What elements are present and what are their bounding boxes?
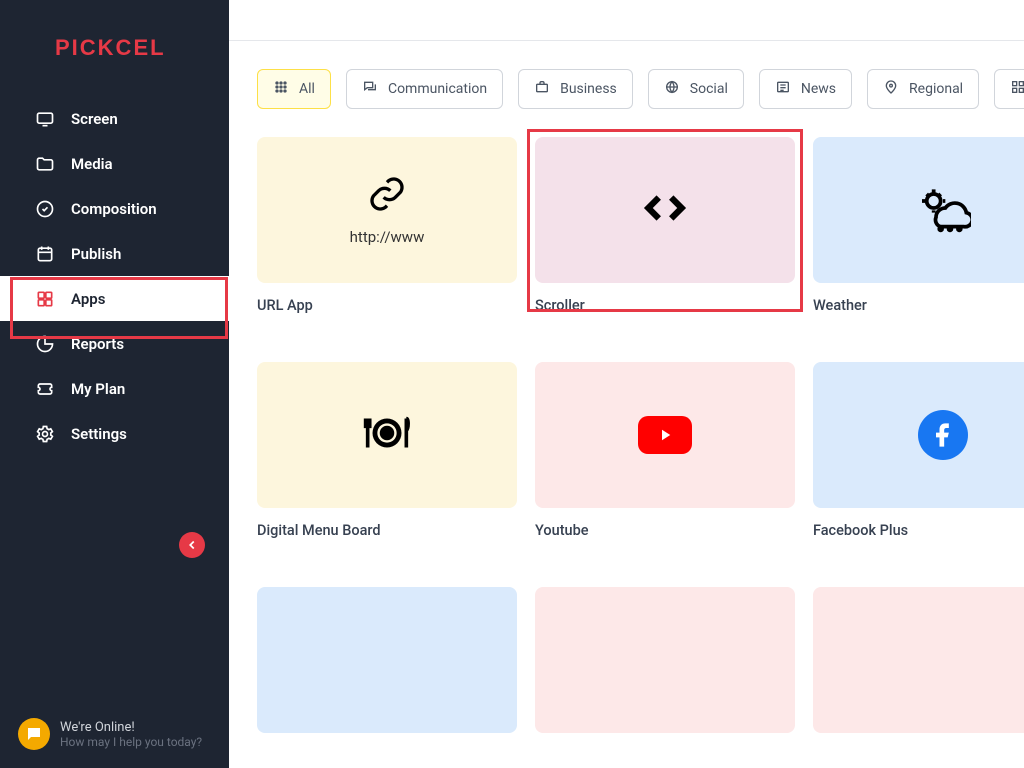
- screen-icon: [35, 109, 55, 129]
- chat-widget[interactable]: We're Online! How may I help you today?: [18, 718, 202, 750]
- sidebar-item-myplan[interactable]: My Plan: [0, 366, 229, 411]
- news-icon: [775, 79, 791, 99]
- folder-icon: [35, 154, 55, 174]
- sidebar-item-label: My Plan: [71, 380, 125, 398]
- ticket-icon: [35, 379, 55, 399]
- app-card-partial-1[interactable]: [257, 587, 517, 733]
- gear-icon: [35, 424, 55, 444]
- app-tile: [813, 587, 1024, 733]
- edit-icon: [35, 199, 55, 219]
- filter-social[interactable]: Social: [648, 69, 744, 109]
- apps-icon: [35, 289, 55, 309]
- sidebar-item-label: Media: [71, 155, 113, 173]
- chat-bubble-icon: [18, 718, 50, 750]
- app-card-menuboard[interactable]: Digital Menu Board: [257, 362, 517, 539]
- globe-icon: [664, 79, 680, 99]
- sidebar-item-label: Screen: [71, 110, 118, 128]
- sidebar-item-screen[interactable]: Screen: [0, 96, 229, 141]
- app-title: Scroller: [535, 297, 795, 314]
- filter-label: All: [299, 81, 315, 97]
- code-icon: [640, 183, 690, 237]
- app-card-scroller[interactable]: Scroller: [535, 137, 795, 314]
- briefcase-icon: [534, 79, 550, 99]
- url-subtitle: http://www: [350, 228, 425, 246]
- filter-label: Business: [560, 81, 617, 97]
- link-icon: [367, 174, 407, 218]
- filter-news[interactable]: News: [759, 69, 852, 109]
- sidebar-item-label: Settings: [71, 425, 127, 443]
- sidebar-item-publish[interactable]: Publish: [0, 231, 229, 276]
- chat-prompt-label: How may I help you today?: [60, 735, 202, 749]
- apps-grid: http://www URL App Scroller Weather: [257, 137, 1024, 733]
- sidebar-item-label: Reports: [71, 335, 124, 353]
- sidebar-item-apps[interactable]: Apps: [0, 276, 229, 321]
- app-tile: [257, 587, 517, 733]
- filter-label: Social: [690, 81, 728, 97]
- filter-label: News: [801, 81, 836, 97]
- logo-area: PICKCEL: [0, 0, 229, 96]
- app-tile: [535, 362, 795, 508]
- app-title: URL App: [257, 297, 517, 314]
- filter-all[interactable]: All: [257, 69, 331, 109]
- filter-business[interactable]: Business: [518, 69, 633, 109]
- chart-icon: [35, 334, 55, 354]
- app-card-weather[interactable]: Weather: [813, 137, 1024, 314]
- nav-list: Screen Media Composition Publish Apps: [0, 96, 229, 456]
- sidebar-item-composition[interactable]: Composition: [0, 186, 229, 231]
- collapse-sidebar-button[interactable]: [179, 532, 205, 558]
- main-content: All Communication Business Social News R…: [229, 0, 1024, 768]
- filter-communication[interactable]: Communication: [346, 69, 503, 109]
- app-tile: [257, 362, 517, 508]
- grid-icon: [273, 79, 289, 99]
- brand-logo: PICKCEL: [55, 35, 229, 61]
- app-tile: [813, 362, 1024, 508]
- app-title: Weather: [813, 297, 1024, 314]
- weather-icon: [915, 180, 971, 240]
- filter-regional[interactable]: Regional: [867, 69, 979, 109]
- calendar-icon: [35, 244, 55, 264]
- app-title: Youtube: [535, 522, 795, 539]
- app-tile: [535, 137, 795, 283]
- filter-others[interactable]: Others: [994, 69, 1024, 109]
- widgets-icon: [1010, 79, 1024, 99]
- sidebar-item-label: Apps: [71, 290, 105, 308]
- facebook-icon: [918, 410, 968, 460]
- app-title: Digital Menu Board: [257, 522, 517, 539]
- app-card-partial-2[interactable]: [535, 587, 795, 733]
- app-card-facebook[interactable]: Facebook Plus: [813, 362, 1024, 539]
- youtube-icon: [638, 416, 692, 454]
- chat-icon: [362, 79, 378, 99]
- app-tile: http://www: [257, 137, 517, 283]
- filter-label: Communication: [388, 81, 487, 97]
- pin-icon: [883, 79, 899, 99]
- sidebar-item-reports[interactable]: Reports: [0, 321, 229, 366]
- app-card-youtube[interactable]: Youtube: [535, 362, 795, 539]
- chat-online-label: We're Online!: [60, 720, 202, 735]
- sidebar-item-settings[interactable]: Settings: [0, 411, 229, 456]
- dining-icon: [358, 404, 416, 466]
- chat-text: We're Online! How may I help you today?: [60, 720, 202, 749]
- app-tile: [535, 587, 795, 733]
- app-card-url[interactable]: http://www URL App: [257, 137, 517, 314]
- sidebar-item-label: Publish: [71, 245, 121, 263]
- sidebar-item-media[interactable]: Media: [0, 141, 229, 186]
- filter-row: All Communication Business Social News R…: [229, 41, 1024, 109]
- filter-label: Regional: [909, 81, 963, 97]
- app-tile: [813, 137, 1024, 283]
- sidebar: PICKCEL Screen Media Composition Publish: [0, 0, 229, 768]
- sidebar-item-label: Composition: [71, 200, 157, 218]
- app-card-partial-3[interactable]: [813, 587, 1024, 733]
- app-title: Facebook Plus: [813, 522, 1024, 539]
